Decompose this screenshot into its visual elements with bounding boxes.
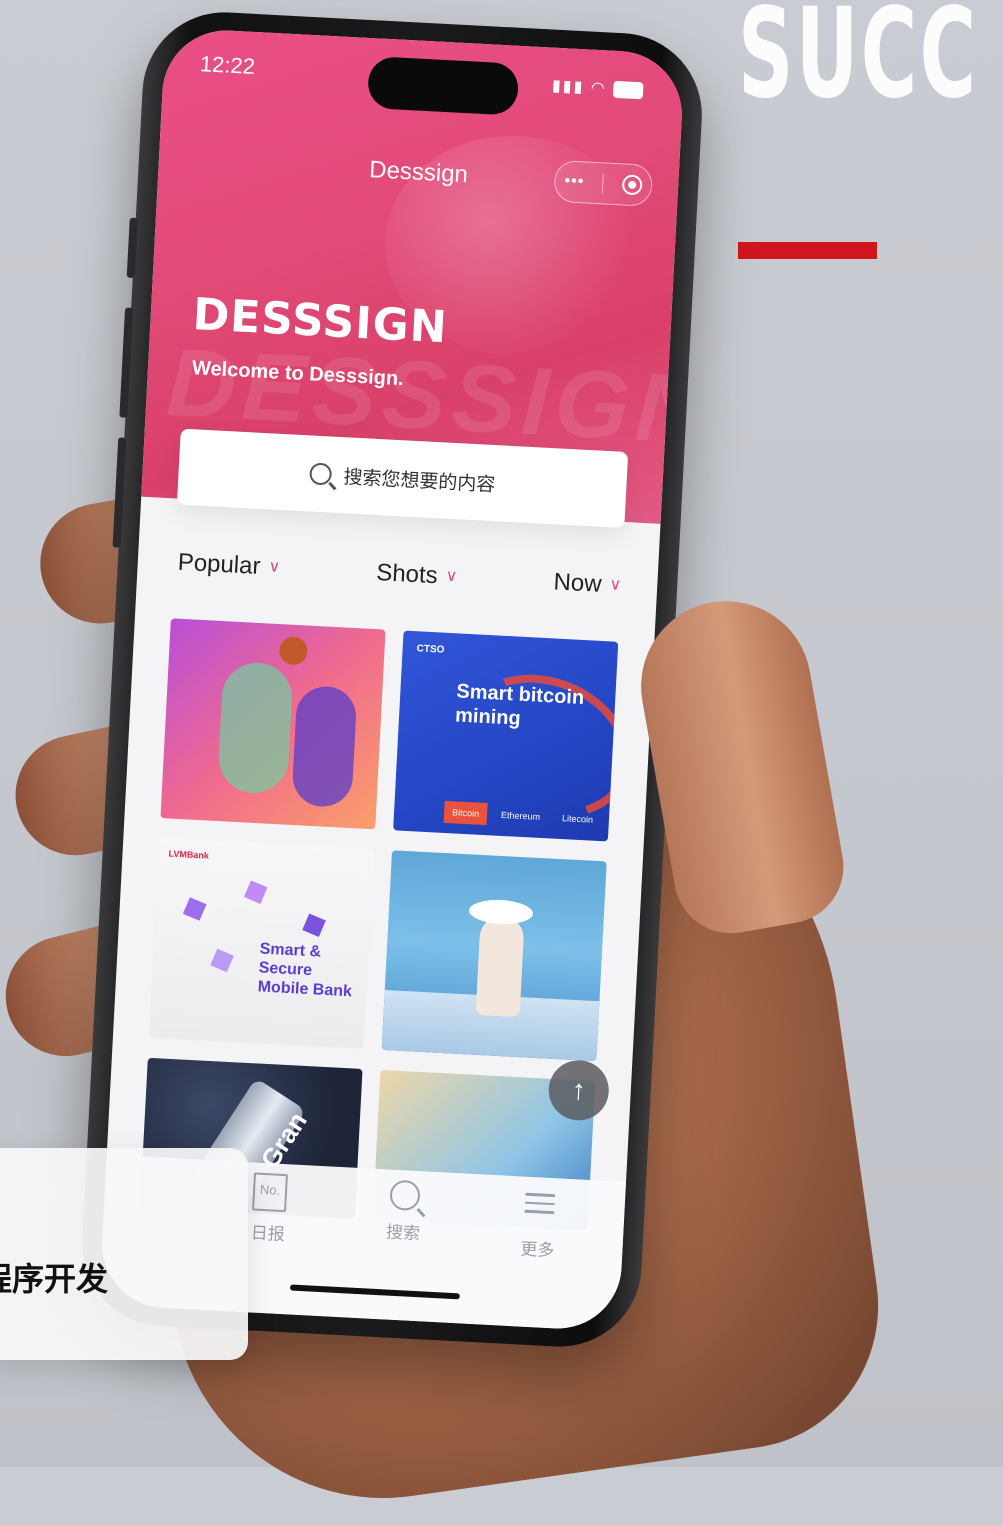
tab-label: 更多	[519, 1239, 555, 1261]
card-cube	[182, 897, 207, 921]
shots-grid: CTSO Smart bitcoin mining Bitcoin Ethere…	[140, 618, 619, 1231]
shot-card-bank[interactable]: LVMBank Smart & Secure Mobile Bank	[148, 838, 375, 1050]
tab-search[interactable]: 搜索	[357, 1178, 451, 1256]
chevron-down-icon: ∨	[268, 558, 281, 576]
tab-more[interactable]: 更多	[492, 1185, 586, 1263]
menu-icon	[524, 1192, 556, 1229]
shot-card-beach[interactable]	[381, 850, 607, 1062]
search-icon	[309, 462, 333, 486]
card-cube	[210, 948, 234, 973]
status-icons: ▮▮▮ ◠	[551, 76, 644, 101]
arrow-up-icon: ↑	[570, 1073, 587, 1106]
shot-card-bitcoin[interactable]: CTSO Smart bitcoin mining Bitcoin Ethere…	[393, 630, 619, 842]
card-headline: Smart & Secure Mobile Bank	[257, 939, 369, 1002]
chevron-down-icon: ∨	[445, 567, 458, 586]
search-icon	[389, 1179, 421, 1212]
card-figure	[291, 685, 358, 809]
tab-label: 日报	[250, 1223, 286, 1245]
card-ball	[278, 636, 309, 666]
dynamic-island	[366, 55, 520, 116]
caption-card: 程序开发	[0, 1148, 248, 1360]
tab-items: No. 日报 搜索 更多	[222, 1171, 585, 1263]
accent-bar	[738, 242, 877, 259]
card-figure	[475, 914, 525, 1018]
status-time: 12:22	[199, 51, 256, 79]
card-figure	[216, 661, 294, 795]
capsule-separator	[602, 173, 605, 194]
card-hat	[468, 898, 534, 926]
shot-card-basketball[interactable]	[160, 618, 386, 830]
target-icon[interactable]	[621, 174, 643, 196]
card-tab: Bitcoin	[443, 800, 488, 826]
card-headline: Smart bitcoin mining	[455, 679, 585, 734]
filter-shots[interactable]: Shots ∨	[376, 559, 458, 591]
home-indicator[interactable]	[289, 1284, 460, 1300]
wifi-icon: ◠	[590, 79, 608, 98]
signal-icon: ▮▮▮	[551, 77, 585, 97]
card-cube	[302, 913, 326, 938]
mini-program-capsule[interactable]: •••	[553, 159, 654, 207]
card-cube	[243, 880, 268, 904]
filter-label: Shots	[375, 559, 439, 590]
tab-label: 搜索	[385, 1222, 421, 1244]
battery-icon	[612, 81, 644, 100]
card-headline-line: Smart & Secure	[258, 940, 322, 980]
card-tab: Ethereum	[500, 809, 541, 822]
caption-text: 程序开发	[0, 1260, 109, 1298]
filter-now[interactable]: Now ∨	[553, 568, 622, 600]
chevron-down-icon: ∨	[609, 576, 622, 594]
card-logo: LVMBank	[168, 848, 210, 861]
backdrop-headline: SUCC	[738, 0, 979, 126]
filter-popular[interactable]: Popular ∨	[177, 549, 281, 582]
filter-label: Now	[552, 568, 603, 598]
filter-label: Popular	[177, 548, 262, 580]
search-placeholder[interactable]: 搜索您想要的内容	[343, 462, 496, 497]
daily-report-icon: No.	[252, 1172, 288, 1213]
filter-row: Popular ∨ Shots ∨ Now ∨	[177, 549, 622, 600]
phone-screen: DESSSIGN 12:22 ▮▮▮ ◠ Desssign ••• DESSSI…	[98, 27, 686, 1332]
more-dots-icon[interactable]: •••	[564, 172, 585, 191]
card-tab: Litecoin	[561, 813, 594, 825]
card-logo: CTSO	[416, 643, 445, 656]
